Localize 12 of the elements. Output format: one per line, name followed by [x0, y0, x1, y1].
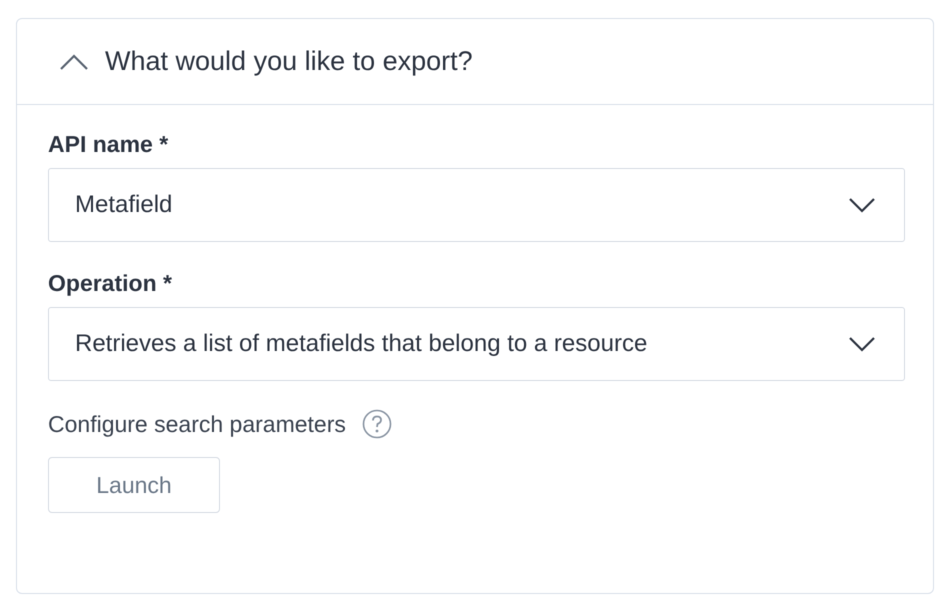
search-parameters-label: Configure search parameters: [48, 410, 346, 438]
chevron-down-icon: [848, 336, 876, 352]
panel-header[interactable]: What would you like to export?: [17, 19, 933, 105]
panel-title: What would you like to export?: [105, 46, 473, 77]
chevron-icon: [59, 52, 89, 70]
field-label: Operation *: [48, 270, 172, 297]
chevron-down-icon: [848, 197, 876, 213]
dropdown-field[interactable]: Retrieves a list of metafields that belong to a resource: [48, 307, 905, 381]
field-label: API name *: [48, 131, 168, 158]
launch-button[interactable]: Launch: [48, 457, 220, 513]
help-icon[interactable]: [362, 409, 392, 439]
dropdown-field[interactable]: Metafield: [48, 168, 905, 242]
